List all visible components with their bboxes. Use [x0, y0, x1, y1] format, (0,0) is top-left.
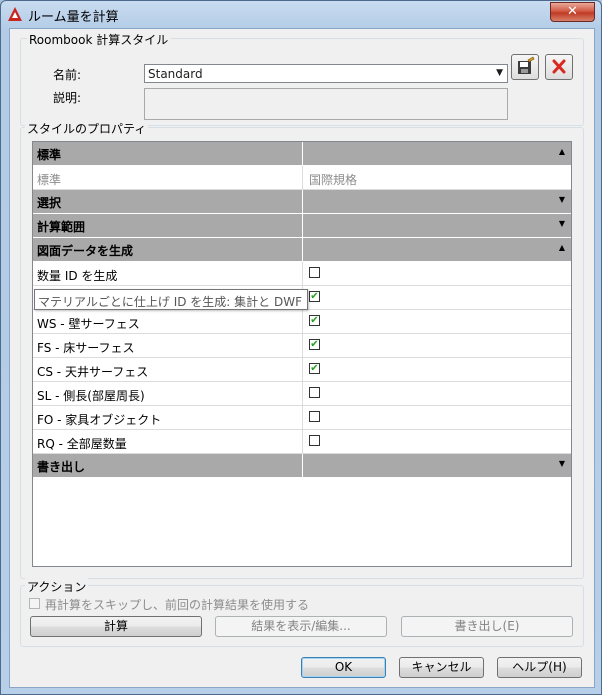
column-divider — [302, 214, 303, 238]
property-name: 数量 ID を生成 — [37, 269, 118, 283]
property-name: RQ - 全部屋数量 — [37, 437, 127, 451]
delete-style-button[interactable] — [545, 54, 573, 80]
category-label: 図面データを生成 — [37, 244, 134, 258]
help-button[interactable]: ヘルプ(H) — [497, 657, 582, 678]
column-divider — [302, 166, 303, 189]
expand-arrow-icon[interactable]: ▼ — [559, 459, 565, 468]
category-export[interactable]: 書き出し ▼ — [33, 454, 571, 478]
category-label: 標準 — [37, 148, 62, 162]
property-checkbox[interactable]: ✔ — [309, 291, 320, 302]
name-label: 名前: — [53, 68, 82, 82]
property-checkbox[interactable] — [309, 435, 320, 446]
chevron-down-icon: ▼ — [496, 68, 503, 78]
column-divider — [302, 190, 303, 214]
skip-recalc-label: 再計算をスキップし、前回の計算結果を使用する — [45, 598, 310, 612]
property-row-side-length[interactable]: SL - 側長(部屋周長) — [33, 382, 571, 406]
property-checkbox[interactable]: ✔ — [309, 315, 320, 326]
ok-button[interactable]: OK — [301, 657, 386, 678]
cancel-button[interactable]: キャンセル — [399, 657, 484, 678]
property-row-floor-surface[interactable]: FS - 床サーフェス ✔ — [33, 334, 571, 358]
dialog-client-area: Roombook 計算スタイル 名前: Standard ▼ 説明: スタイルの… — [9, 28, 595, 688]
property-value: 国際規格 — [309, 173, 358, 187]
property-checkbox[interactable]: ✔ — [309, 339, 320, 350]
property-name: CS - 天井サーフェス — [37, 365, 149, 379]
export-button[interactable]: 書き出し(E) — [401, 616, 573, 637]
category-standard[interactable]: 標準 ▲ — [33, 142, 571, 166]
property-name: FS - 床サーフェス — [37, 341, 135, 355]
style-name-value: Standard — [148, 67, 203, 81]
column-divider — [302, 430, 303, 453]
property-row-furniture-objects[interactable]: FO - 家具オブジェクト — [33, 406, 571, 430]
category-generate-drawing-data[interactable]: 図面データを生成 ▲ — [33, 238, 571, 262]
column-divider — [302, 382, 303, 405]
category-label: 計算範囲 — [37, 220, 86, 234]
style-groupbox: Roombook 計算スタイル 名前: Standard ▼ 説明: — [20, 31, 584, 126]
property-name: SL - 側長(部屋周長) — [37, 389, 145, 403]
description-field[interactable] — [144, 88, 508, 120]
column-divider — [302, 142, 303, 166]
autocad-a-icon — [8, 7, 22, 21]
collapse-arrow-icon[interactable]: ▲ — [559, 243, 565, 252]
expand-arrow-icon[interactable]: ▼ — [559, 195, 565, 204]
property-name: FO - 家具オブジェクト — [37, 413, 162, 427]
title-bar[interactable]: ルーム量を計算 ✕ — [1, 1, 601, 27]
style-group-title: Roombook 計算スタイル — [27, 31, 171, 48]
window-close-button[interactable]: ✕ — [550, 2, 595, 22]
property-checkbox[interactable] — [309, 387, 320, 398]
category-label: 書き出し — [37, 460, 86, 474]
property-row-ceiling-surface[interactable]: CS - 天井サーフェス ✔ — [33, 358, 571, 382]
collapse-arrow-icon[interactable]: ▲ — [559, 147, 565, 156]
show-edit-results-button[interactable]: 結果を表示/編集... — [215, 616, 387, 637]
category-calculation-range[interactable]: 計算範囲 ▼ — [33, 214, 571, 238]
property-checkbox[interactable]: ✔ — [309, 363, 320, 374]
category-label: 選択 — [37, 196, 62, 210]
property-row-standard[interactable]: 標準 国際規格 — [33, 166, 571, 190]
property-name: WS - 壁サーフェス — [37, 317, 140, 331]
skip-recalc-checkbox[interactable] — [29, 598, 40, 609]
dialog-window: ルーム量を計算 ✕ Roombook 計算スタイル 名前: Standard ▼… — [0, 0, 602, 695]
save-style-button[interactable] — [511, 54, 539, 80]
expand-arrow-icon[interactable]: ▼ — [559, 219, 565, 228]
save-style-icon — [518, 56, 535, 74]
actions-groupbox: アクション 再計算をスキップし、前回の計算結果を使用する 計算 結果を表示/編集… — [20, 578, 584, 647]
column-divider — [302, 238, 303, 262]
properties-group-title: スタイルのプロパティ — [25, 120, 149, 137]
column-divider — [302, 262, 303, 285]
property-checkbox[interactable] — [309, 267, 320, 278]
property-tooltip: マテリアルごとに仕上げ ID を生成: 集計と DWF — [34, 289, 308, 310]
property-grid[interactable]: 標準 ▲ 標準 国際規格 選択 ▼ 計算範囲 ▼ 図面データを生成 ▲ 数量 I… — [32, 141, 572, 567]
close-icon: ✕ — [567, 4, 578, 19]
property-row-wall-surface[interactable]: WS - 壁サーフェス ✔ — [33, 310, 571, 334]
column-divider — [302, 334, 303, 357]
column-divider — [302, 310, 303, 333]
property-name: 標準 — [37, 173, 62, 187]
column-divider — [302, 406, 303, 429]
property-row-room-quantity[interactable]: RQ - 全部屋数量 — [33, 430, 571, 454]
description-label: 説明: — [53, 91, 82, 105]
property-row-quantity-id[interactable]: 数量 ID を生成 — [33, 262, 571, 286]
window-title: ルーム量を計算 — [28, 10, 119, 25]
category-selection[interactable]: 選択 ▼ — [33, 190, 571, 214]
column-divider — [302, 454, 303, 478]
calculate-button[interactable]: 計算 — [30, 616, 202, 637]
delete-red-x-icon — [552, 59, 566, 74]
column-divider — [302, 358, 303, 381]
style-name-combobox[interactable]: Standard ▼ — [144, 64, 508, 83]
actions-group-title: アクション — [25, 578, 89, 595]
property-checkbox[interactable] — [309, 411, 320, 422]
